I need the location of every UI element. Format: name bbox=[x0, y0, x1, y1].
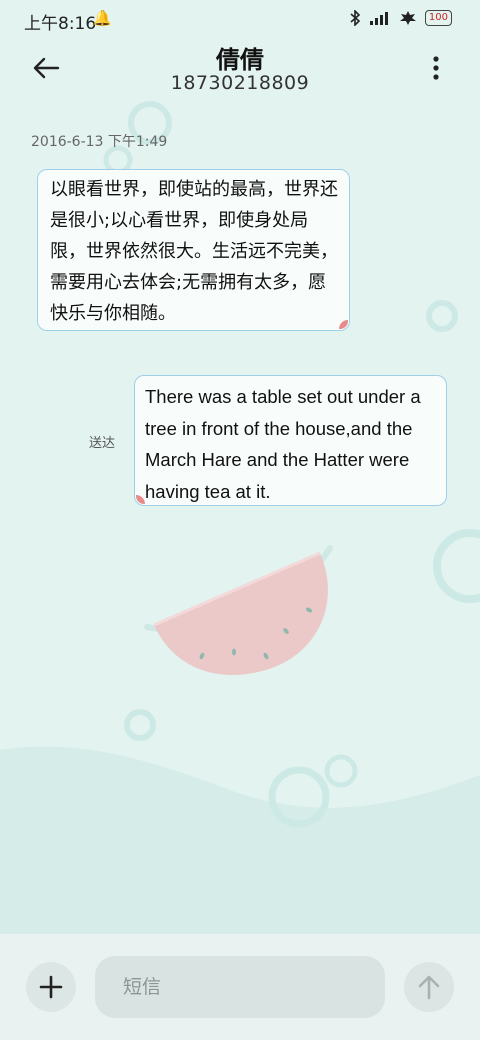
message-timestamp: 2016-6-13 下午1:49 bbox=[31, 134, 168, 150]
contact-name: 倩倩 bbox=[216, 46, 264, 74]
outgoing-message-bubble[interactable]: There was a table set out under a tree i… bbox=[134, 375, 447, 506]
send-button[interactable] bbox=[404, 962, 454, 1012]
more-vertical-icon bbox=[433, 56, 439, 80]
incoming-message-bubble[interactable]: 以眼看世界，即使站的最高，世界还是很小;以心看世界，即使身处局限，世界依然很大。… bbox=[37, 169, 350, 331]
leaf-icon bbox=[399, 11, 416, 25]
delivered-status: 送达 bbox=[89, 436, 116, 451]
status-time: 上午8:16 bbox=[24, 14, 97, 34]
signal-icon bbox=[369, 12, 388, 25]
contact-number: 18730218809 bbox=[170, 72, 310, 94]
add-attachment-button[interactable] bbox=[26, 962, 76, 1012]
background-decoration bbox=[0, 101, 480, 934]
bubble-corner-decoration bbox=[136, 495, 145, 504]
status-icons: 100 bbox=[349, 10, 452, 26]
plus-icon bbox=[39, 975, 63, 999]
more-options-button[interactable] bbox=[424, 52, 448, 84]
bluetooth-icon bbox=[350, 10, 361, 26]
arrow-up-icon bbox=[418, 975, 440, 1000]
outgoing-message-text: There was a table set out under a tree i… bbox=[145, 386, 421, 502]
bubble-corner-decoration bbox=[339, 320, 348, 329]
bell-icon: 🔔 bbox=[93, 9, 112, 27]
incoming-message-text: 以眼看世界，即使站的最高，世界还是很小;以心看世界，即使身处局限，世界依然很大。… bbox=[50, 179, 338, 324]
watermelon-illustration bbox=[144, 545, 333, 675]
battery-icon: 100 bbox=[424, 10, 452, 26]
status-bar: 上午8:16 🔔 100 bbox=[0, 0, 480, 40]
message-input[interactable]: 短信 bbox=[95, 956, 385, 1018]
